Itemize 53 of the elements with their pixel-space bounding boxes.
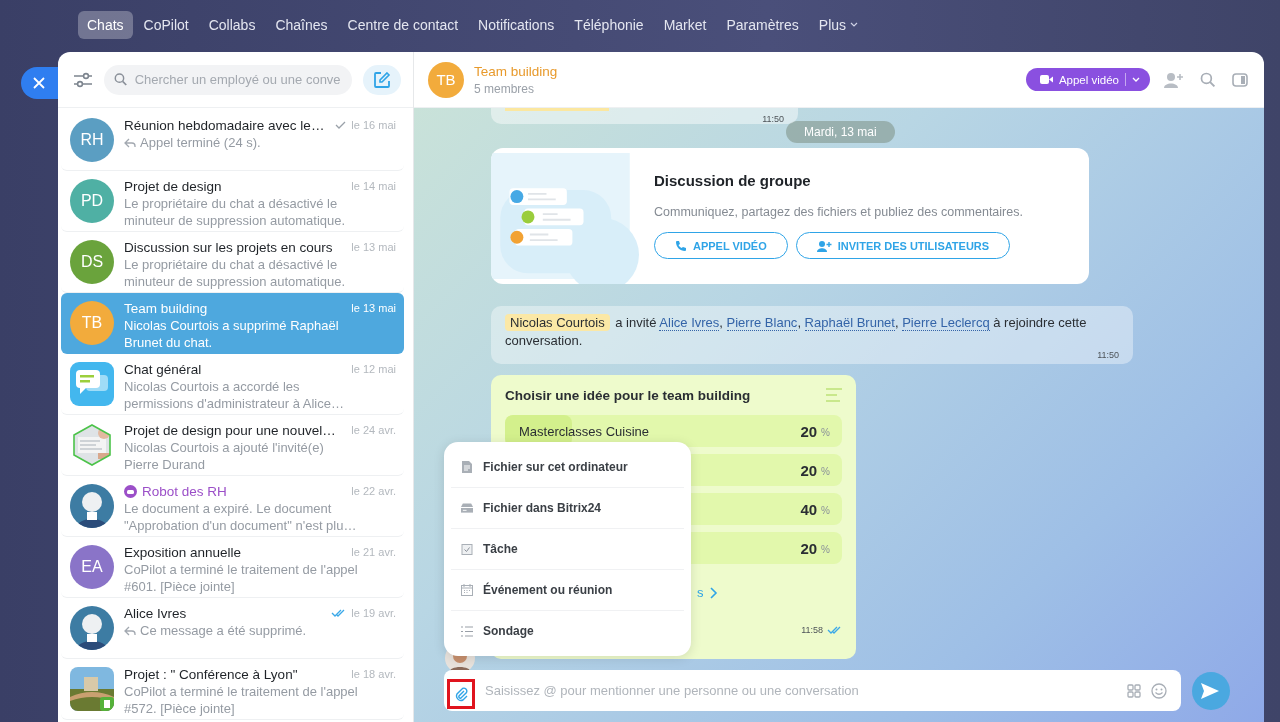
chat-preview: Nicolas Courtois a ajouté l'invité(e) Pierre Durand — [124, 439, 325, 473]
system-message: Nicolas Courtois a invité Alice Ivres, Pierre Blanc, Raphaël Brunet, Pierre Leclercq à rejoindre cette conversation. — [505, 314, 1088, 350]
message-time: 11:58 — [801, 625, 823, 635]
chat-date: le 12 mai — [351, 363, 396, 375]
poll-title: Choisir une idée pour le team building — [505, 387, 751, 403]
card-title: Discussion de groupe — [654, 172, 812, 189]
avatar: EA — [70, 545, 114, 589]
chat-preview: CoPilot a terminé le traitement de l'appel #572. [Pièce jointe] — [124, 683, 359, 717]
chat-preview: Ce message a été supprimé. — [140, 622, 307, 639]
chat-preview: Le propriétaire du chat a désactivé le minuteur de suppression automatique. — [124, 256, 347, 290]
chat-name: Discussion sur les projets en cours — [124, 239, 334, 255]
chat-name: Projet de design — [124, 178, 223, 194]
option-percent: 40 — [800, 500, 818, 518]
chat-name: Alice Ivres — [124, 605, 188, 621]
message-time: 11:50 — [1097, 350, 1119, 360]
avatar: TB — [70, 301, 114, 345]
avatar: RH — [70, 118, 114, 162]
option-percent: 20 — [800, 539, 818, 557]
percent-sign: % — [821, 544, 830, 555]
percent-sign: % — [821, 427, 830, 438]
chat-date: le 16 mai — [351, 119, 396, 131]
date-separator: Mardi, 13 mai — [786, 121, 895, 143]
card-description: Communiquez, partagez des fichiers et publiez des commentaires. — [654, 205, 1023, 219]
chat-date: le 13 mai — [351, 302, 396, 314]
chat-date: le 19 avr. — [351, 607, 396, 619]
chat-name: Projet : " Conférence à Lyon" — [124, 666, 299, 682]
chat-preview: Le propriétaire du chat a désactivé le minuteur de suppression automatique. — [124, 195, 347, 229]
chat-name: Robot des RH — [142, 483, 228, 499]
chat-preview: Appel terminé (24 s). — [140, 134, 261, 151]
chat-date: le 13 mai — [351, 241, 396, 253]
chat-date: le 22 avr. — [351, 485, 396, 497]
chat-name: Exposition annuelle — [124, 544, 243, 560]
chat-date: le 24 avr. — [351, 424, 396, 436]
chat-preview: Nicolas Courtois a accordé les permissions d'administrateur à Alice… — [124, 378, 345, 412]
percent-sign: % — [821, 505, 830, 516]
chat-date: le 14 mai — [351, 180, 396, 192]
avatar: PD — [70, 179, 114, 223]
chat-date: le 18 avr. — [351, 668, 396, 680]
option-label: Masterclasses Cuisine — [519, 423, 651, 439]
chat-name: Chat général — [124, 361, 203, 377]
chat-preview: Le document a expiré. Le document "Approbation d'un document" n'est plu… — [124, 500, 358, 534]
chat-date: le 21 avr. — [351, 546, 396, 558]
message-time: 11:50 — [762, 114, 784, 124]
chat-name: Réunion hebdomadaire avec le… — [124, 117, 326, 133]
chat-name: Team building — [124, 300, 209, 316]
chat-name: Projet de design pour une nouvel… — [124, 422, 337, 438]
option-percent: 20 — [800, 461, 818, 479]
chat-preview: CoPilot a terminé le traitement de l'appel #601. [Pièce jointe] — [124, 561, 359, 595]
option-percent: 20 — [800, 422, 818, 440]
chat-avatar: TB — [428, 61, 464, 98]
percent-sign: % — [821, 466, 830, 477]
chat-preview: Nicolas Courtois a supprimé Raphaël Brunet du chat. — [124, 317, 340, 351]
avatar: DS — [70, 240, 114, 284]
